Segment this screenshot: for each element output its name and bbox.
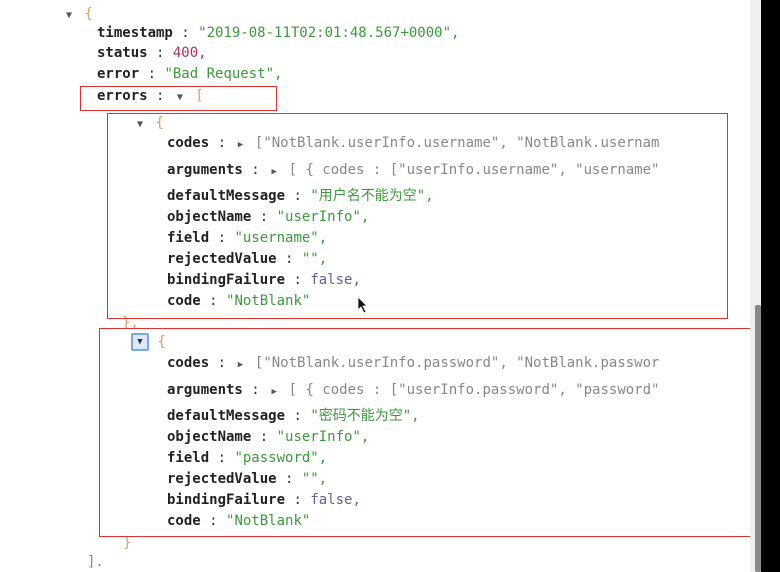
key-label: timestamp xyxy=(97,25,173,41)
key-label: error xyxy=(97,66,140,82)
mouse-pointer-icon xyxy=(357,296,368,314)
value-string: "2019-08-11T02:01:48.567+0000", xyxy=(198,25,460,41)
highlight-box-error-0 xyxy=(107,113,728,319)
field-timestamp: timestamp : "2019-08-11T02:01:48.567+000… xyxy=(97,23,459,43)
collapse-toggle-icon[interactable]: ▼ xyxy=(62,6,76,26)
json-viewer: ▼ { timestamp : "2019-08-11T02:01:48.567… xyxy=(0,0,756,572)
colon: : xyxy=(139,66,165,82)
close-bracket: ]. xyxy=(87,554,104,570)
close-brace: } xyxy=(123,535,132,551)
colon: : xyxy=(147,45,173,61)
offscreen-area xyxy=(761,0,780,572)
value-number: 400, xyxy=(172,45,207,61)
root-object-line: ▼ { xyxy=(62,4,93,24)
highlight-box-error-1 xyxy=(99,328,756,537)
errors-close: ]. xyxy=(87,552,104,572)
field-error: error : "Bad Request", xyxy=(97,64,282,84)
key-label: status xyxy=(97,45,148,61)
open-brace: { xyxy=(84,6,93,22)
field-status: status : 400, xyxy=(97,43,207,63)
highlight-box-errors xyxy=(80,86,277,111)
colon: : xyxy=(172,25,199,41)
value-string: "Bad Request", xyxy=(164,66,283,82)
